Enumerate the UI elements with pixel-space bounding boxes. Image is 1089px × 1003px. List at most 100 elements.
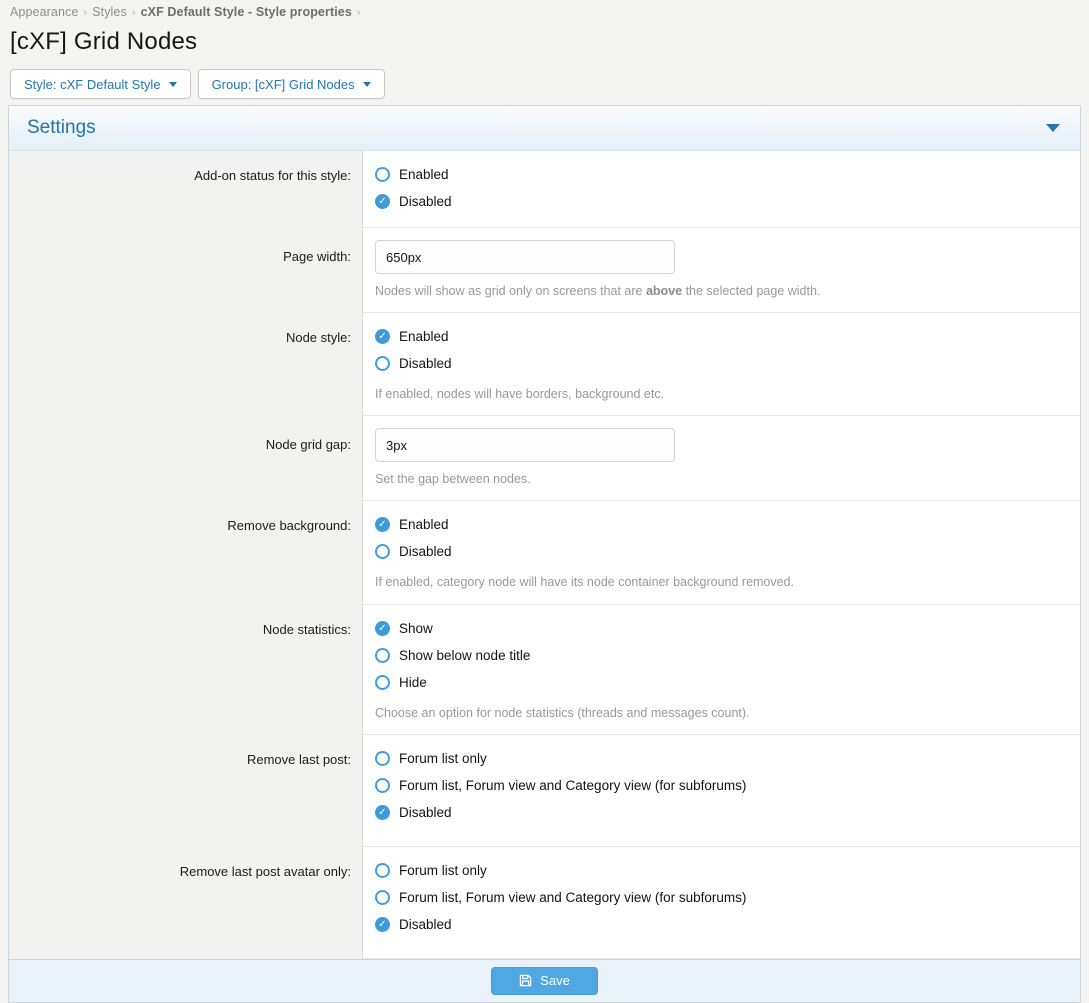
row-label: Node grid gap: <box>9 416 363 501</box>
panel-footer: Save <box>9 959 1080 1002</box>
row-content: Enabled Disabled If enabled, nodes will … <box>363 313 1080 416</box>
settings-panel-title: Settings <box>27 117 96 139</box>
save-button-label: Save <box>540 973 570 988</box>
radio-option-label: Disabled <box>399 544 452 559</box>
form-row-node-grid-gap: Node grid gap: Set the gap between nodes… <box>9 416 1080 501</box>
radio-option-label: Hide <box>399 675 427 690</box>
field-description: If enabled, nodes will have borders, bac… <box>375 385 1064 403</box>
row-content: Enabled Disabled If enabled, category no… <box>363 501 1080 604</box>
style-select-label: Style: cXF Default Style <box>24 77 161 92</box>
radio-option-disabled[interactable]: Disabled <box>375 188 1064 215</box>
radio-icon[interactable] <box>375 648 390 663</box>
node-grid-gap-input[interactable] <box>375 428 675 462</box>
group-select-label: Group: [cXF] Grid Nodes <box>212 77 355 92</box>
radio-icon[interactable] <box>375 356 390 371</box>
page-title: [cXF] Grid Nodes <box>10 28 1079 56</box>
breadcrumb-item-styles[interactable]: Styles <box>92 5 127 19</box>
radio-checked-icon[interactable] <box>375 805 390 820</box>
save-button[interactable]: Save <box>491 967 598 995</box>
row-label: Remove background: <box>9 501 363 604</box>
radio-option-label: Disabled <box>399 917 452 932</box>
chevron-down-icon[interactable] <box>1046 124 1060 132</box>
breadcrumb-separator: › <box>132 7 136 19</box>
field-description: Choose an option for node statistics (th… <box>375 704 1064 722</box>
breadcrumb-separator: › <box>357 7 361 19</box>
group-select-button[interactable]: Group: [cXF] Grid Nodes <box>198 69 385 99</box>
settings-panel-header[interactable]: Settings <box>9 106 1080 151</box>
field-description: Set the gap between nodes. <box>375 470 1064 488</box>
radio-checked-icon[interactable] <box>375 917 390 932</box>
radio-option-hide[interactable]: Hide <box>375 669 1064 696</box>
radio-icon[interactable] <box>375 778 390 793</box>
radio-icon[interactable] <box>375 167 390 182</box>
save-icon <box>519 974 532 987</box>
radio-icon[interactable] <box>375 863 390 878</box>
radio-option-enabled[interactable]: Enabled <box>375 161 1064 188</box>
form-row-remove-last-post: Remove last post: Forum list only Forum … <box>9 735 1080 847</box>
radio-icon[interactable] <box>375 890 390 905</box>
row-label: Node statistics: <box>9 605 363 735</box>
chevron-down-icon <box>363 82 371 87</box>
row-label: Add-on status for this style: <box>9 151 363 228</box>
radio-icon[interactable] <box>375 675 390 690</box>
page-width-input[interactable] <box>375 240 675 274</box>
radio-option-disabled[interactable]: Disabled <box>375 350 1064 377</box>
breadcrumb-item-style-properties[interactable]: cXF Default Style - Style properties <box>141 5 352 19</box>
radio-option-label: Disabled <box>399 194 452 209</box>
radio-option-forum-list-view-category[interactable]: Forum list, Forum view and Category view… <box>375 772 1064 799</box>
row-label: Remove last post: <box>9 735 363 847</box>
row-content: Forum list only Forum list, Forum view a… <box>363 735 1080 847</box>
breadcrumb: Appearance › Styles › cXF Default Style - St… <box>10 5 1079 19</box>
row-content: Set the gap between nodes. <box>363 416 1080 501</box>
radio-icon[interactable] <box>375 544 390 559</box>
row-content: Forum list only Forum list, Forum view a… <box>363 847 1080 959</box>
row-label: Remove last post avatar only: <box>9 847 363 959</box>
page-header: Appearance › Styles › cXF Default Style - St… <box>0 0 1089 99</box>
field-description: Nodes will show as grid only on screens … <box>375 282 1064 300</box>
radio-option-enabled[interactable]: Enabled <box>375 511 1064 538</box>
breadcrumb-item-appearance[interactable]: Appearance <box>10 5 78 19</box>
radio-option-label: Disabled <box>399 356 452 371</box>
radio-option-label: Forum list only <box>399 863 487 878</box>
radio-option-show[interactable]: Show <box>375 615 1064 642</box>
field-description: If enabled, category node will have its … <box>375 573 1064 591</box>
radio-option-disabled[interactable]: Disabled <box>375 799 1064 826</box>
row-content: Enabled Disabled <box>363 151 1080 228</box>
form-row-node-style: Node style: Enabled Disabled If enabled,… <box>9 313 1080 416</box>
radio-option-label: Enabled <box>399 329 449 344</box>
radio-option-label: Show <box>399 621 433 636</box>
filter-button-row: Style: cXF Default Style Group: [cXF] Gr… <box>10 69 1079 99</box>
radio-option-label: Enabled <box>399 167 449 182</box>
form-row-remove-last-post-avatar: Remove last post avatar only: Forum list… <box>9 847 1080 959</box>
radio-option-forum-list-only[interactable]: Forum list only <box>375 857 1064 884</box>
form-row-page-width: Page width: Nodes will show as grid only… <box>9 228 1080 313</box>
radio-option-disabled[interactable]: Disabled <box>375 911 1064 938</box>
radio-option-show-below-title[interactable]: Show below node title <box>375 642 1064 669</box>
radio-option-label: Show below node title <box>399 648 530 663</box>
radio-option-label: Forum list, Forum view and Category view… <box>399 890 746 905</box>
radio-option-label: Forum list, Forum view and Category view… <box>399 778 746 793</box>
radio-option-forum-list-view-category[interactable]: Forum list, Forum view and Category view… <box>375 884 1064 911</box>
row-content: Show Show below node title Hide Choose a… <box>363 605 1080 735</box>
row-content: Nodes will show as grid only on screens … <box>363 228 1080 313</box>
settings-panel: Settings Add-on status for this style: E… <box>8 105 1081 1003</box>
form-row-node-statistics: Node statistics: Show Show below node ti… <box>9 605 1080 735</box>
radio-checked-icon[interactable] <box>375 329 390 344</box>
radio-option-forum-list-only[interactable]: Forum list only <box>375 745 1064 772</box>
radio-checked-icon[interactable] <box>375 194 390 209</box>
form-row-remove-background: Remove background: Enabled Disabled If e… <box>9 501 1080 604</box>
style-select-button[interactable]: Style: cXF Default Style <box>10 69 191 99</box>
radio-icon[interactable] <box>375 751 390 766</box>
chevron-down-icon <box>169 82 177 87</box>
row-label: Node style: <box>9 313 363 416</box>
radio-checked-icon[interactable] <box>375 517 390 532</box>
radio-option-label: Forum list only <box>399 751 487 766</box>
radio-option-enabled[interactable]: Enabled <box>375 323 1064 350</box>
radio-option-disabled[interactable]: Disabled <box>375 538 1064 565</box>
form-row-addon-status: Add-on status for this style: Enabled Di… <box>9 151 1080 228</box>
row-label: Page width: <box>9 228 363 313</box>
radio-checked-icon[interactable] <box>375 621 390 636</box>
breadcrumb-separator: › <box>83 7 87 19</box>
radio-option-label: Enabled <box>399 517 449 532</box>
radio-option-label: Disabled <box>399 805 452 820</box>
